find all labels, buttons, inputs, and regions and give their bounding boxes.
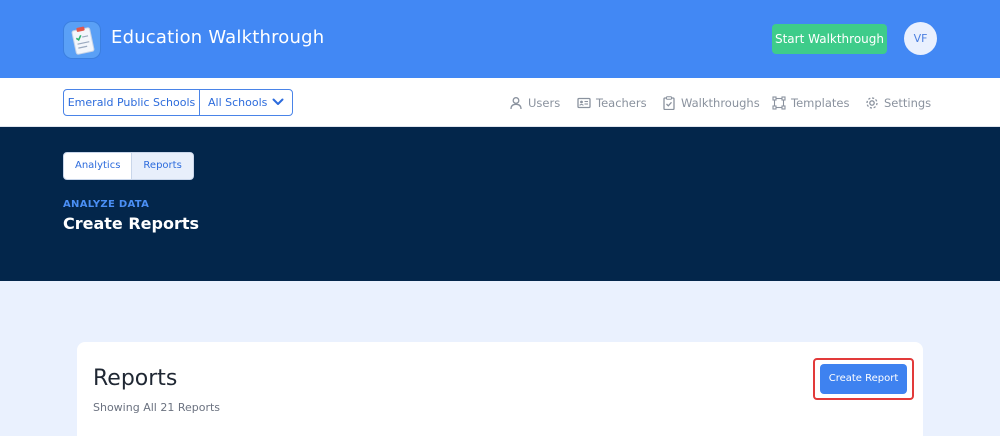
school-dropdown-label: All Schools <box>208 96 268 109</box>
tab-analytics[interactable]: Analytics <box>64 153 131 179</box>
chevron-down-icon <box>272 98 284 105</box>
nav-bar: Emerald Public Schools All Schools Users… <box>0 78 1000 127</box>
nav-item-label: Templates <box>791 96 850 110</box>
nav-item-templates[interactable]: Templates <box>772 94 849 112</box>
page-hero: Analytics Reports ANALYZE DATA Create Re… <box>0 127 1000 281</box>
reports-card: Reports Showing All 21 Reports Create Re… <box>77 342 923 436</box>
clipboard-check-icon <box>663 96 675 110</box>
nav-item-walkthroughs[interactable]: Walkthroughs <box>662 94 760 112</box>
nav-item-label: Teachers <box>596 96 647 110</box>
school-dropdown[interactable]: All Schools <box>200 90 292 115</box>
reports-count: Showing All 21 Reports <box>93 401 221 414</box>
top-header: Education Walkthrough Start Walkthrough … <box>0 0 1000 78</box>
template-icon <box>772 96 786 110</box>
nav-item-settings[interactable]: Settings <box>865 94 931 112</box>
user-avatar[interactable]: VF <box>904 22 937 55</box>
reports-heading: Reports <box>93 366 178 391</box>
create-report-highlight: Create Report <box>813 358 914 400</box>
user-icon <box>510 97 522 110</box>
district-school-selector: Emerald Public Schools All Schools <box>63 89 293 116</box>
app-title: Education Walkthrough <box>111 27 325 48</box>
nav-item-label: Walkthroughs <box>681 96 760 110</box>
app-logo-icon[interactable] <box>63 21 101 59</box>
nav-item-teachers[interactable]: Teachers <box>577 94 647 112</box>
nav-item-label: Settings <box>884 96 932 110</box>
tab-reports[interactable]: Reports <box>131 153 193 179</box>
id-card-icon <box>577 97 591 109</box>
district-button[interactable]: Emerald Public Schools <box>64 90 200 115</box>
view-tabs: Analytics Reports <box>63 152 194 180</box>
nav-item-users[interactable]: Users <box>509 94 560 112</box>
page-eyebrow: ANALYZE DATA <box>63 199 150 210</box>
page-title: Create Reports <box>63 214 200 233</box>
gear-icon <box>866 97 878 109</box>
create-report-button[interactable]: Create Report <box>820 364 907 394</box>
start-walkthrough-button[interactable]: Start Walkthrough <box>772 24 887 54</box>
nav-item-label: Users <box>528 96 561 110</box>
